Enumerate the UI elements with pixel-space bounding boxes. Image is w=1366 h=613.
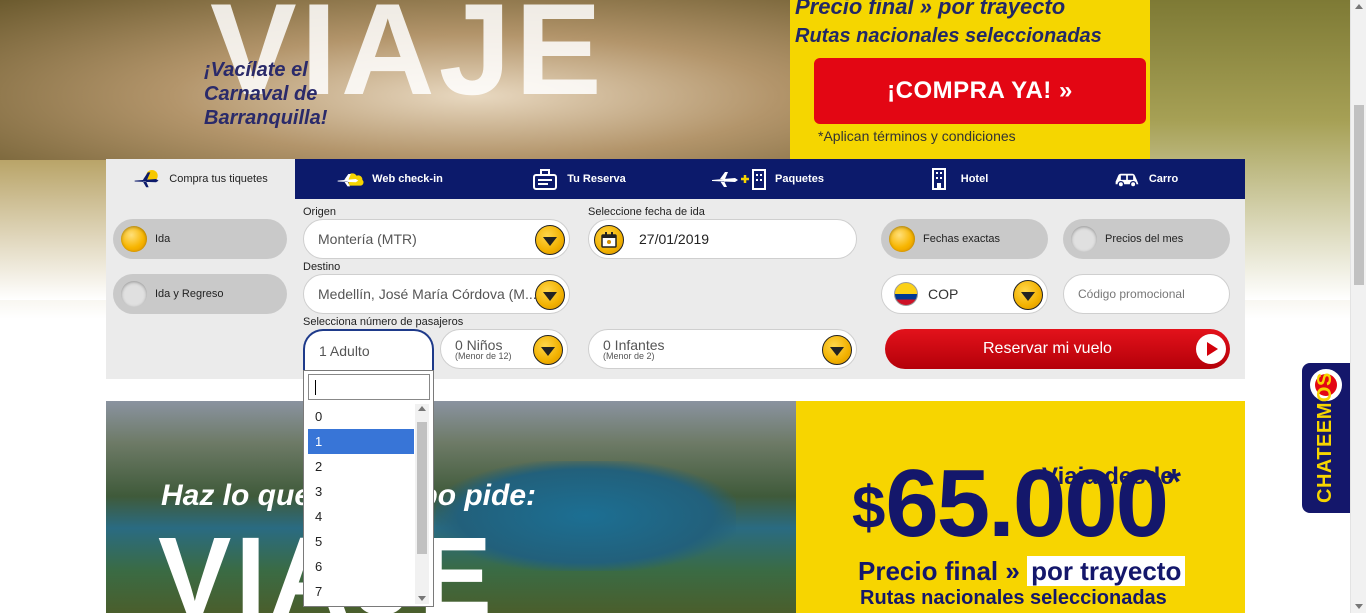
tab-hotel[interactable]: Hotel (862, 159, 1051, 199)
tab-car[interactable]: Carro (1051, 159, 1240, 199)
tab-web-checkin[interactable]: Web check-in (295, 159, 484, 199)
origin-select[interactable]: Montería (MTR) (303, 219, 570, 259)
ticket-icon (531, 168, 559, 190)
scroll-down-icon[interactable] (1355, 604, 1363, 609)
chevron-down-icon[interactable] (822, 335, 852, 365)
dropdown-option[interactable]: 0 (308, 404, 414, 429)
currency-symbol: $ (852, 474, 885, 541)
adults-dropdown: 0 1 2 3 4 5 6 7 (303, 370, 434, 607)
tab-label: Paquetes (775, 173, 824, 185)
tab-my-booking[interactable]: Tu Reserva (484, 159, 673, 199)
hero-promo-line1: Precio final » por trayecto (795, 0, 1066, 19)
chat-label: CHATEEMOS (1314, 372, 1336, 503)
promo-code-input[interactable]: Código promocional (1063, 274, 1230, 314)
origin-label: Origen (303, 206, 337, 218)
radio-selected-icon (121, 226, 147, 252)
hero-promo-line2: Rutas nacionales seleccionadas (795, 25, 1102, 47)
tab-buy-tickets[interactable]: Compra tus tiquetes (106, 159, 295, 199)
hero-landscape-left (0, 160, 106, 300)
departure-date-field[interactable]: 27/01/2019 (588, 219, 857, 259)
plane-plus-hotel-icon (711, 168, 767, 190)
dropdown-search-input[interactable] (308, 374, 430, 400)
dropdown-option[interactable]: 4 (308, 504, 414, 529)
radio-empty-icon (1071, 226, 1097, 252)
tab-label: Tu Reserva (567, 173, 626, 185)
dropdown-option[interactable]: 3 (308, 479, 414, 504)
dropdown-option-selected[interactable]: 1 (308, 429, 414, 454)
plane-cloud-icon (336, 168, 364, 190)
tab-label: Carro (1148, 173, 1179, 185)
scroll-up-icon[interactable] (418, 406, 426, 411)
price-value: 65.000 (885, 450, 1169, 557)
infants-count: 0 Infantes (603, 336, 665, 353)
hero-carnival-text: ¡Vacílate el Carnaval de Barranquilla! (204, 59, 328, 129)
reserve-flight-button[interactable]: Reservar mi vuelo (885, 329, 1230, 369)
currency-select[interactable]: COP (881, 274, 1048, 314)
banner-final-price: Precio final » por trayecto (858, 556, 1186, 587)
scroll-up-icon[interactable] (1355, 4, 1363, 9)
infants-select[interactable]: 0 Infantes (Menor de 2) (588, 329, 857, 369)
radio-empty-icon (121, 281, 147, 307)
car-icon (1113, 168, 1141, 190)
promo-banner[interactable]: Haz lo que tu cuerpo pide: VIAJE Viaja d… (106, 401, 1245, 613)
radio-selected-icon (889, 226, 915, 252)
adults-select[interactable]: 1 Adulto (303, 329, 434, 371)
colombia-flag-icon (894, 282, 918, 306)
trip-one-way-option[interactable]: Ida (113, 219, 287, 259)
page-scrollbar[interactable] (1350, 0, 1366, 613)
text-caret (315, 380, 316, 395)
dropdown-option[interactable]: 6 (308, 554, 414, 579)
destination-select[interactable]: Medellín, José María Córdova (M... (303, 274, 570, 314)
chevron-down-icon[interactable] (533, 335, 563, 365)
tab-label: Hotel (960, 173, 989, 185)
dropdown-scrollbar[interactable] (415, 404, 429, 604)
banner-price: $65.000* (852, 449, 1181, 559)
banner-routes: Rutas nacionales seleccionadas (860, 587, 1167, 609)
children-select[interactable]: 0 Niños (Menor de 12) (440, 329, 568, 369)
children-note: (Menor de 12) (455, 350, 512, 361)
dropdown-option[interactable]: 2 (308, 454, 414, 479)
tab-label: Web check-in (372, 173, 443, 185)
play-arrow-icon (1196, 334, 1226, 364)
trip-round-trip-option[interactable]: Ida y Regreso (113, 274, 287, 314)
scroll-down-icon[interactable] (418, 596, 426, 601)
booking-tabs: Compra tus tiquetes Web check-in Tu Rese… (106, 159, 1245, 199)
price-asterisk: * (1167, 461, 1181, 502)
infants-note: (Menor de 2) (603, 350, 655, 361)
building-icon (925, 168, 953, 190)
exact-dates-option[interactable]: Fechas exactas (881, 219, 1048, 259)
chevron-down-icon[interactable] (535, 280, 565, 310)
children-count: 0 Niños (455, 336, 503, 353)
chevron-down-icon[interactable] (1013, 280, 1043, 310)
passengers-label: Selecciona número de pasajeros (303, 316, 464, 328)
plane-cloud-icon (133, 168, 161, 190)
tab-packages[interactable]: Paquetes (673, 159, 862, 199)
chevron-down-icon[interactable] (535, 225, 565, 255)
chat-widget[interactable]: CHATEEMOS (1302, 363, 1350, 513)
scrollbar-thumb[interactable] (417, 422, 427, 554)
month-prices-option[interactable]: Precios del mes (1063, 219, 1230, 259)
calendar-icon[interactable] (594, 225, 624, 255)
buy-now-button[interactable]: ¡COMPRA YA! » (814, 58, 1146, 124)
departure-date-label: Seleccione fecha de ida (588, 206, 705, 218)
tab-label: Compra tus tiquetes (169, 173, 268, 185)
scrollbar-thumb[interactable] (1354, 105, 1364, 285)
booking-widget: Compra tus tiquetes Web check-in Tu Rese… (106, 159, 1245, 379)
dropdown-options: 0 1 2 3 4 5 6 7 (308, 404, 414, 604)
dropdown-option[interactable]: 5 (308, 529, 414, 554)
dropdown-option[interactable]: 7 (308, 579, 414, 604)
terms-link[interactable]: *Aplican términos y condiciones (818, 128, 1016, 144)
destination-label: Destino (303, 261, 341, 273)
